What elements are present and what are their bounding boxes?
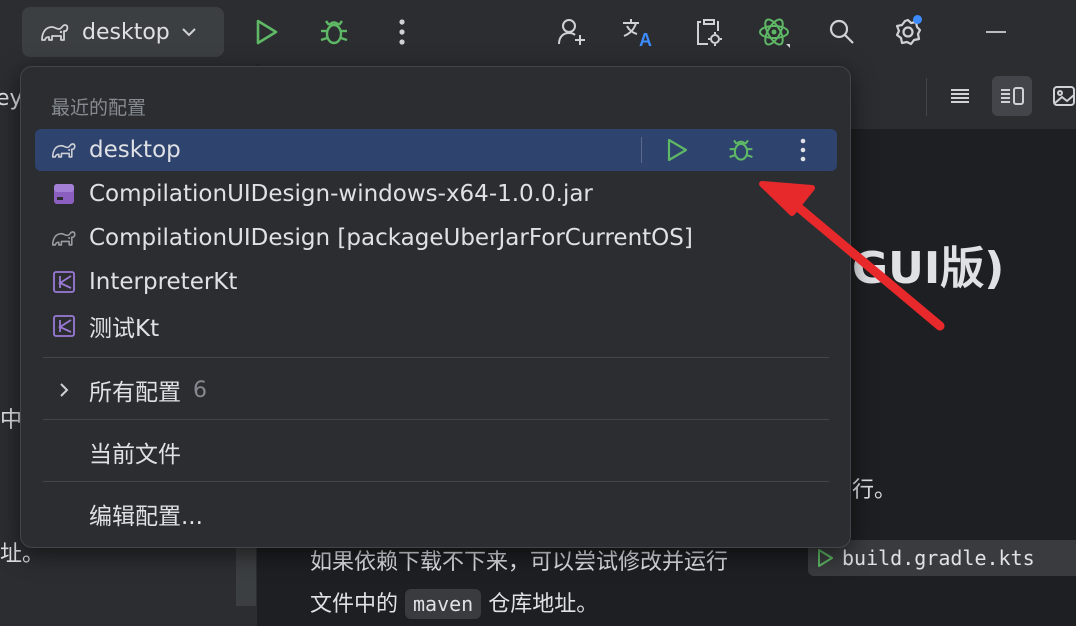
annotation-arrow xyxy=(759,181,945,331)
ide-window: ey 中 址。 GUI版) 行。 如果依赖下载不下来，可以尝试修改并运行 bui… xyxy=(0,0,1076,626)
